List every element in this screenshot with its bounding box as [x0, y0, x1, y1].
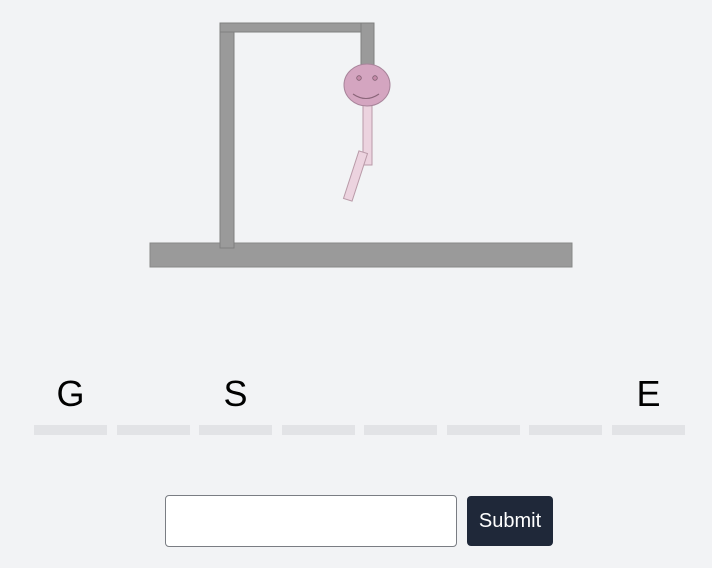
submit-button[interactable]: Submit: [467, 496, 553, 546]
letter-slot-5: [364, 372, 437, 436]
slot-underline: [117, 425, 190, 435]
slot-underline: [612, 425, 685, 435]
hangman-head: [343, 63, 391, 107]
letter-slot-8: E: [612, 372, 685, 436]
hangman-drawing: [149, 22, 573, 268]
letter-slot-3: S: [199, 372, 272, 436]
slot-letter: E: [636, 373, 661, 414]
slot-underline: [529, 425, 602, 435]
slot-underline: [447, 425, 520, 435]
hangman-arm: [342, 150, 369, 202]
slot-letter: S: [223, 373, 248, 414]
slot-underline: [199, 425, 272, 435]
letter-slot-1: G: [34, 372, 107, 436]
letter-slot-2: [117, 372, 190, 436]
hangman-page: G S E Submit: [0, 0, 712, 568]
gallows-rope: [360, 22, 375, 66]
guess-input[interactable]: [165, 495, 457, 547]
gallows-post: [219, 22, 235, 249]
letter-slot-6: [447, 372, 520, 436]
slot-underline: [364, 425, 437, 435]
letter-slot-7: [529, 372, 602, 436]
slot-underline: [34, 425, 107, 435]
left-eye: [356, 75, 362, 81]
letter-slot-4: [282, 372, 355, 436]
gallows-beam: [219, 22, 375, 33]
right-eye: [372, 75, 378, 81]
slot-letter: G: [56, 373, 85, 414]
slot-underline: [282, 425, 355, 435]
gallows-base: [149, 242, 573, 268]
word-slots: G S E: [34, 372, 686, 436]
